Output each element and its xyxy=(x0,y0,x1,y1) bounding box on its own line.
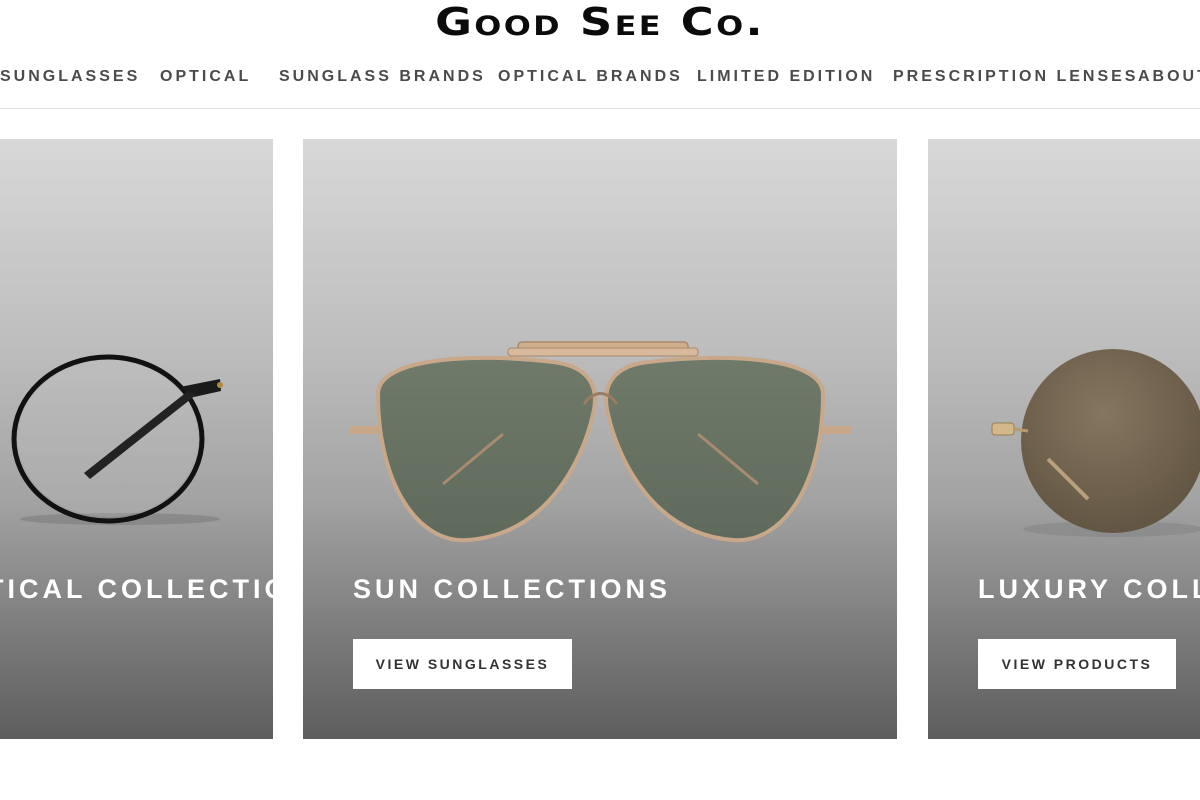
main-nav: SUNGLASSES OPTICAL SUNGLASS BRANDS OPTIC… xyxy=(0,62,1200,94)
card-title-luxury: LUXURY COLLECTIONS xyxy=(978,574,1200,604)
collection-card-sun[interactable]: SUN COLLECTIONS VIEW SUNGLASSES xyxy=(303,139,897,739)
nav-item-sunglass-brands[interactable]: SUNGLASS BRANDS xyxy=(279,68,486,86)
nav-item-about[interactable]: ABOUT xyxy=(1138,68,1200,86)
nav-item-optical[interactable]: OPTICAL xyxy=(160,68,251,86)
brand-logo[interactable]: Good See Co. xyxy=(0,0,1200,44)
card-title-sun: SUN COLLECTIONS xyxy=(353,574,672,604)
nav-item-optical-brands[interactable]: OPTICAL BRANDS xyxy=(498,68,683,86)
collection-card-luxury[interactable]: LUXURY COLLECTIONS VIEW PRODUCTS xyxy=(928,139,1200,739)
view-products-button[interactable]: VIEW PRODUCTS xyxy=(978,639,1176,689)
round-eyeglasses-icon xyxy=(11,354,223,525)
nav-item-limited-edition[interactable]: LIMITED EDITION xyxy=(697,68,875,86)
view-sunglasses-button[interactable]: VIEW SUNGLASSES xyxy=(353,639,572,689)
nav-item-sunglasses[interactable]: SUNGLASSES xyxy=(0,68,140,86)
nav-item-prescription-lenses[interactable]: PRESCRIPTION LENSES xyxy=(893,68,1138,86)
collection-card-optical[interactable]: OPTICAL COLLECTIONS xyxy=(0,139,273,739)
header-divider xyxy=(0,108,1200,109)
card-title-optical: OPTICAL COLLECTIONS xyxy=(0,574,273,604)
aviator-sunglasses-icon xyxy=(350,341,851,543)
rimless-round-sunglasses-icon xyxy=(991,349,1200,537)
